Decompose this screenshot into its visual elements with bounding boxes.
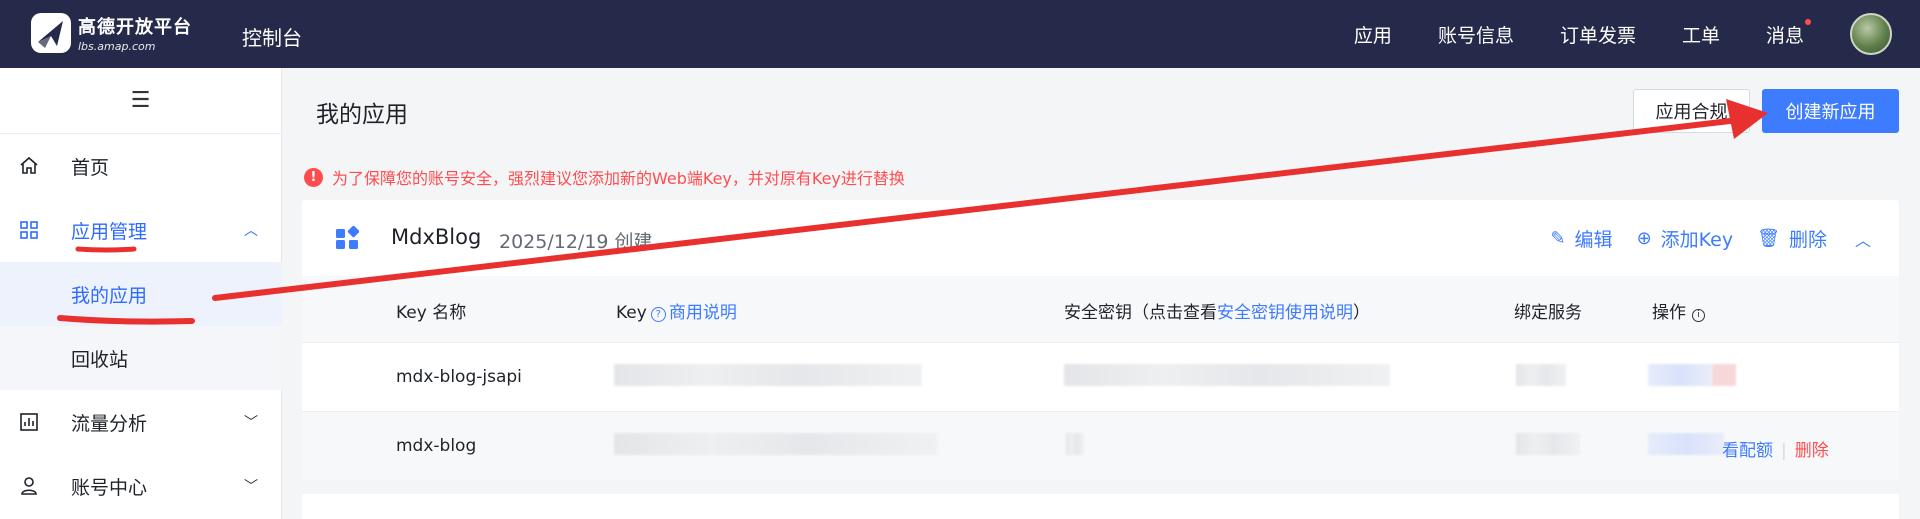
brand-subtitle: lbs.amap.com [78,40,156,53]
col-secret-suffix: ） [1353,303,1370,323]
app-compliance-button[interactable]: 应用合规 [1633,89,1750,133]
table-row: mdx-blog-jsapi [302,342,1899,411]
sidebar-item-traffic-analysis[interactable]: 流量分析 ﹀ [0,390,282,454]
plus-circle-icon: ⊕ [1636,228,1652,249]
divider: | [1781,441,1787,461]
secret-value-redacted [1064,364,1390,386]
chevron-down-icon: ﹀ [244,479,258,495]
top-nav: 应用 账号信息 订单发票 工单 消息 [1354,0,1920,68]
col-operations: 操作 i [1652,298,1705,323]
grid-icon [18,219,40,241]
collapse-chevron-icon[interactable]: ︿ [1855,227,1871,251]
edit-app-button[interactable]: ✎ 编辑 [1550,225,1612,252]
key-name: mdx-blog [396,436,477,456]
sidebar-item-label: 流量分析 [71,412,148,435]
question-icon: ? [650,307,666,322]
alert-icon: ! [304,167,323,187]
app-card-header: MdxBlog 2025/12/19 创建 ✎ 编辑 ⊕ 添加Key 🗑 删除 … [302,200,1899,276]
col-bound-service: 绑定服务 [1514,303,1582,323]
menu-collapse-icon[interactable]: ☰ [0,68,281,134]
key-value-redacted [614,433,938,455]
service-redacted [1516,433,1580,455]
nav-account-info[interactable]: 账号信息 [1438,21,1514,48]
delete-key-link[interactable]: 删除 [1795,441,1829,461]
nav-orders-invoices[interactable]: 订单发票 [1560,21,1636,48]
app-name: MdxBlog [391,225,482,249]
table-row: mdx-blog 看配额 | 删除 [302,411,1899,480]
chart-icon [18,411,40,433]
create-app-button[interactable]: 创建新应用 [1762,89,1899,133]
commercial-info-link[interactable]: 商用说明 [669,303,737,323]
page-title: 我的应用 [316,102,408,128]
brand-title: 高德开放平台 [78,17,192,38]
sidebar-item-label: 我的应用 [71,284,148,307]
trash-icon: 🗑 [1757,228,1780,249]
next-app-card [302,494,1899,519]
sidebar: ☰ 首页 应用管理 ︿ 我的应用 回收站 流量分析 ﹀ 账号中心 ﹀ [0,68,282,519]
operations-redacted [1712,364,1736,386]
amap-logo-icon [31,13,71,53]
view-quota-link[interactable]: 看配额 [1722,441,1773,461]
nav-apps[interactable]: 应用 [1354,21,1392,48]
nav-messages[interactable]: 消息 [1766,18,1812,48]
key-name: mdx-blog-jsapi [396,367,522,387]
secret-value-redacted [1066,433,1084,455]
chevron-up-icon: ︿ [244,223,258,239]
home-icon [18,155,40,177]
key-table-header: Key 名称 Key? 商用说明 安全密钥（点击查看安全密钥使用说明） 绑定服务 … [302,276,1899,342]
user-avatar[interactable] [1850,13,1892,55]
delete-label: 删除 [1788,229,1827,251]
amap-logo[interactable]: 高德开放平台 lbs.amap.com [30,12,192,54]
user-icon [18,475,40,497]
top-bar: 高德开放平台 lbs.amap.com 控制台 应用 账号信息 订单发票 工单 … [0,0,1920,68]
sidebar-item-label: 应用管理 [71,220,148,243]
key-value-redacted [614,364,922,386]
secret-usage-link[interactable]: 安全密钥使用说明 [1217,303,1353,323]
add-key-label: 添加Key [1660,229,1734,251]
sidebar-item-home[interactable]: 首页 [0,134,282,198]
col-key-label: Key [616,303,647,323]
sidebar-item-my-apps[interactable]: 我的应用 [0,262,282,326]
info-icon: i [1692,308,1705,322]
app-card: MdxBlog 2025/12/19 创建 ✎ 编辑 ⊕ 添加Key 🗑 删除 … [302,200,1899,480]
add-key-button[interactable]: ⊕ 添加Key [1637,225,1734,252]
col-key: Key? 商用说明 [616,298,737,323]
console-title: 控制台 [242,26,302,50]
delete-app-button[interactable]: 🗑 删除 [1757,225,1827,252]
col-operations-label: 操作 [1652,303,1686,323]
sidebar-item-label: 账号中心 [71,476,148,499]
row-operations: 看配额 | 删除 [1722,436,1829,461]
col-secret-prefix: 安全密钥（点击查看 [1064,303,1217,323]
chevron-down-icon: ﹀ [244,415,258,431]
col-key-name: Key 名称 [396,303,467,323]
sidebar-item-label: 回收站 [71,348,129,371]
operations-redacted [1648,433,1724,455]
sidebar-item-recycle-bin[interactable]: 回收站 [0,326,282,390]
sidebar-item-label: 首页 [71,156,110,179]
warning-text: 为了保障您的账号安全，强烈建议您添加新的Web端Key，并对原有Key进行替换 [332,169,905,188]
edit-icon: ✎ [1550,228,1566,249]
operations-redacted [1648,364,1712,386]
security-warning: ! 为了保障您的账号安全，强烈建议您添加新的Web端Key，并对原有Key进行替… [304,165,905,189]
sidebar-item-account-center[interactable]: 账号中心 ﹀ [0,454,282,518]
app-card-actions: ✎ 编辑 ⊕ 添加Key 🗑 删除 ︿ [1526,225,1871,252]
col-secret: 安全密钥（点击查看安全密钥使用说明） [1064,298,1370,323]
sidebar-item-app-management[interactable]: 应用管理 ︿ [0,198,282,262]
app-created-date: 2025/12/19 创建 [499,231,653,253]
app-blocks-icon [336,226,359,249]
edit-label: 编辑 [1574,229,1613,251]
nav-tickets[interactable]: 工单 [1682,21,1720,48]
service-redacted [1516,364,1566,386]
